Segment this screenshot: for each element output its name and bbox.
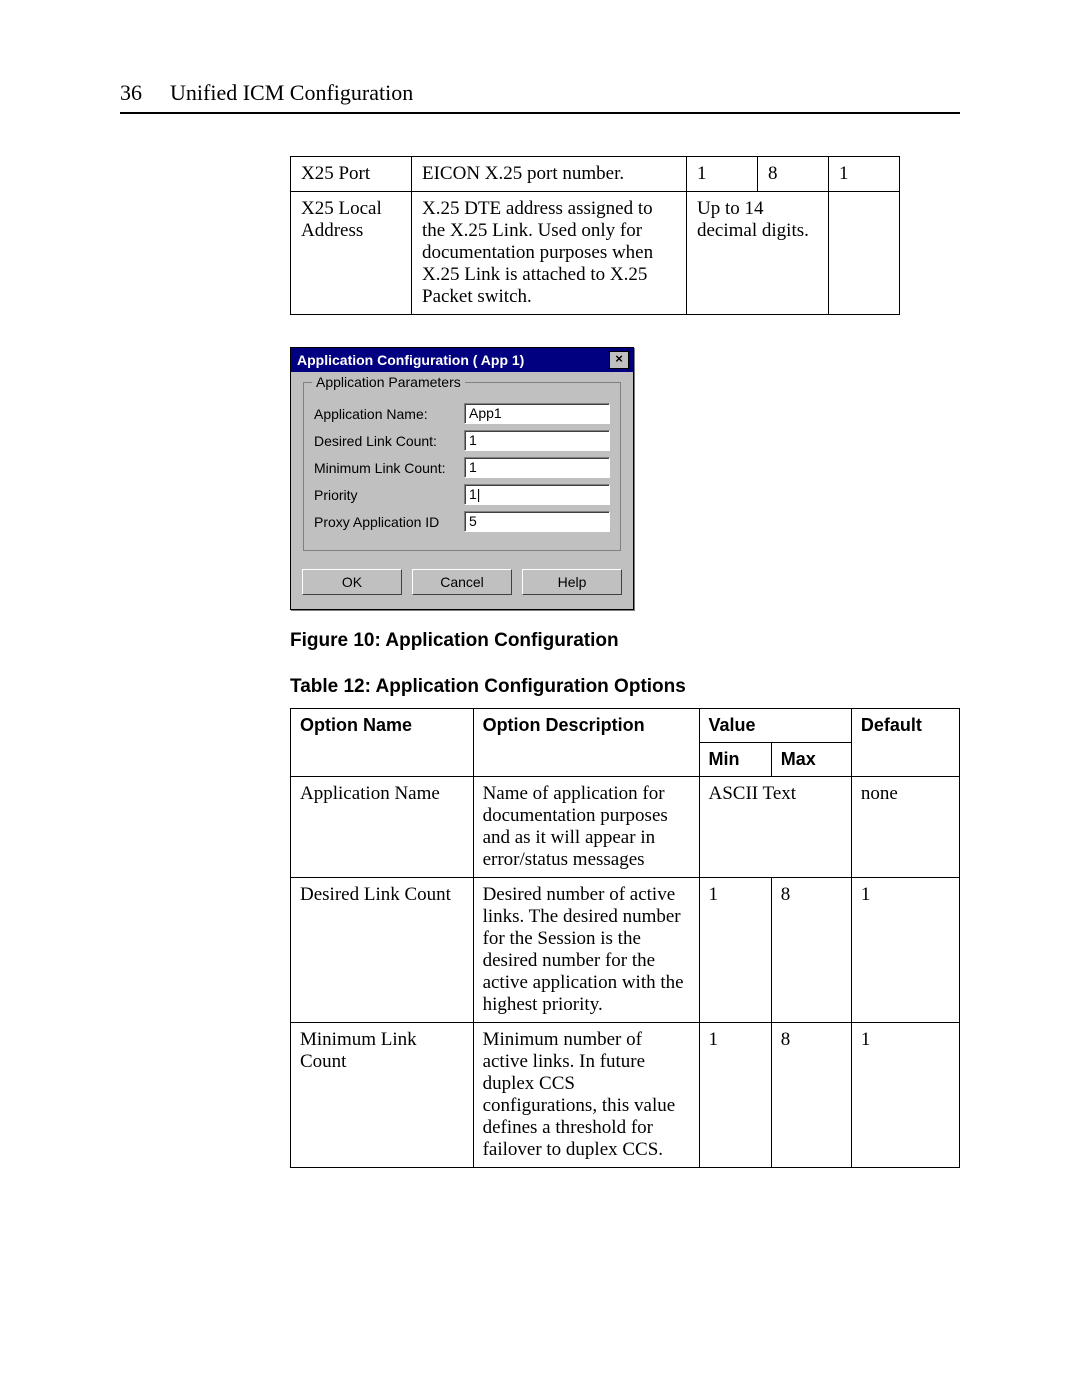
cell-option-desc: X.25 DTE address assigned to the X.25 Li… bbox=[412, 192, 687, 315]
cell-min: 1 bbox=[699, 878, 771, 1023]
table-row: Desired Link Count Desired number of act… bbox=[291, 878, 960, 1023]
priority-input[interactable]: 1| bbox=[464, 484, 610, 505]
header-default: Default bbox=[851, 709, 959, 777]
application-configuration-options-table: Option Name Option Description Value Def… bbox=[290, 708, 960, 1168]
desired-link-count-label: Desired Link Count: bbox=[314, 433, 464, 449]
priority-label: Priority bbox=[314, 487, 464, 503]
table-row: X25 Local Address X.25 DTE address assig… bbox=[291, 192, 900, 315]
page-header: 36 Unified ICM Configuration bbox=[120, 80, 960, 106]
figure-caption: Figure 10: Application Configuration bbox=[290, 630, 960, 652]
cell-option-name: Minimum Link Count bbox=[291, 1023, 474, 1168]
cell-option-desc: Desired number of active links. The desi… bbox=[473, 878, 699, 1023]
form-row: Priority 1| bbox=[314, 484, 610, 505]
cell-value-range: Up to 14 decimal digits. bbox=[687, 192, 829, 315]
minimum-link-count-input[interactable]: 1 bbox=[464, 457, 610, 478]
table-row: X25 Port EICON X.25 port number. 1 8 1 bbox=[291, 157, 900, 192]
cell-option-desc: Name of application for documentation pu… bbox=[473, 777, 699, 878]
cell-max: 8 bbox=[771, 1023, 851, 1168]
application-configuration-dialog: Application Configuration ( App 1) × App… bbox=[290, 347, 634, 610]
header-value: Value bbox=[699, 709, 851, 743]
cell-default: 1 bbox=[851, 1023, 959, 1168]
cell-option-desc: Minimum number of active links. In futur… bbox=[473, 1023, 699, 1168]
cell-option-desc: EICON X.25 port number. bbox=[412, 157, 687, 192]
cell-min: 1 bbox=[699, 1023, 771, 1168]
form-row: Proxy Application ID 5 bbox=[314, 511, 610, 532]
cell-option-name: X25 Local Address bbox=[291, 192, 412, 315]
application-parameters-groupbox: Application Parameters Application Name:… bbox=[303, 382, 621, 551]
close-icon[interactable]: × bbox=[609, 351, 629, 369]
header-option-description: Option Description bbox=[473, 709, 699, 777]
table-header-row: Option Name Option Description Value Def… bbox=[291, 709, 960, 743]
header-max: Max bbox=[771, 743, 851, 777]
page-number: 36 bbox=[120, 80, 142, 106]
cell-option-name: Application Name bbox=[291, 777, 474, 878]
help-button[interactable]: Help bbox=[522, 569, 622, 595]
dialog-titlebar: Application Configuration ( App 1) × bbox=[291, 348, 633, 372]
cell-default bbox=[829, 192, 900, 315]
cell-max: 8 bbox=[771, 878, 851, 1023]
page: 36 Unified ICM Configuration X25 Port EI… bbox=[0, 0, 1080, 1228]
dialog-title: Application Configuration ( App 1) bbox=[297, 352, 524, 368]
header-rule bbox=[120, 112, 960, 114]
cell-default: 1 bbox=[829, 157, 900, 192]
cell-min: 1 bbox=[687, 157, 758, 192]
form-row: Application Name: App1 bbox=[314, 403, 610, 424]
dialog-button-row: OK Cancel Help bbox=[303, 569, 621, 595]
proxy-application-id-input[interactable]: 5 bbox=[464, 511, 610, 532]
table-caption: Table 12: Application Configuration Opti… bbox=[290, 676, 960, 698]
minimum-link-count-label: Minimum Link Count: bbox=[314, 460, 464, 476]
cell-option-name: Desired Link Count bbox=[291, 878, 474, 1023]
cell-option-name: X25 Port bbox=[291, 157, 412, 192]
header-min: Min bbox=[699, 743, 771, 777]
application-name-label: Application Name: bbox=[314, 406, 464, 422]
x25-options-table: X25 Port EICON X.25 port number. 1 8 1 X… bbox=[290, 156, 900, 315]
ok-button[interactable]: OK bbox=[302, 569, 402, 595]
groupbox-label: Application Parameters bbox=[312, 374, 465, 390]
application-name-input[interactable]: App1 bbox=[464, 403, 610, 424]
desired-link-count-input[interactable]: 1 bbox=[464, 430, 610, 451]
table-row: Minimum Link Count Minimum number of act… bbox=[291, 1023, 960, 1168]
cell-default: 1 bbox=[851, 878, 959, 1023]
table-row: Application Name Name of application for… bbox=[291, 777, 960, 878]
page-title: Unified ICM Configuration bbox=[170, 80, 413, 106]
cancel-button[interactable]: Cancel bbox=[412, 569, 512, 595]
dialog-body: Application Parameters Application Name:… bbox=[291, 372, 633, 609]
proxy-application-id-label: Proxy Application ID bbox=[314, 514, 464, 530]
cell-max: 8 bbox=[758, 157, 829, 192]
cell-default: none bbox=[851, 777, 959, 878]
form-row: Minimum Link Count: 1 bbox=[314, 457, 610, 478]
header-option-name: Option Name bbox=[291, 709, 474, 777]
cell-value: ASCII Text bbox=[699, 777, 851, 878]
form-row: Desired Link Count: 1 bbox=[314, 430, 610, 451]
